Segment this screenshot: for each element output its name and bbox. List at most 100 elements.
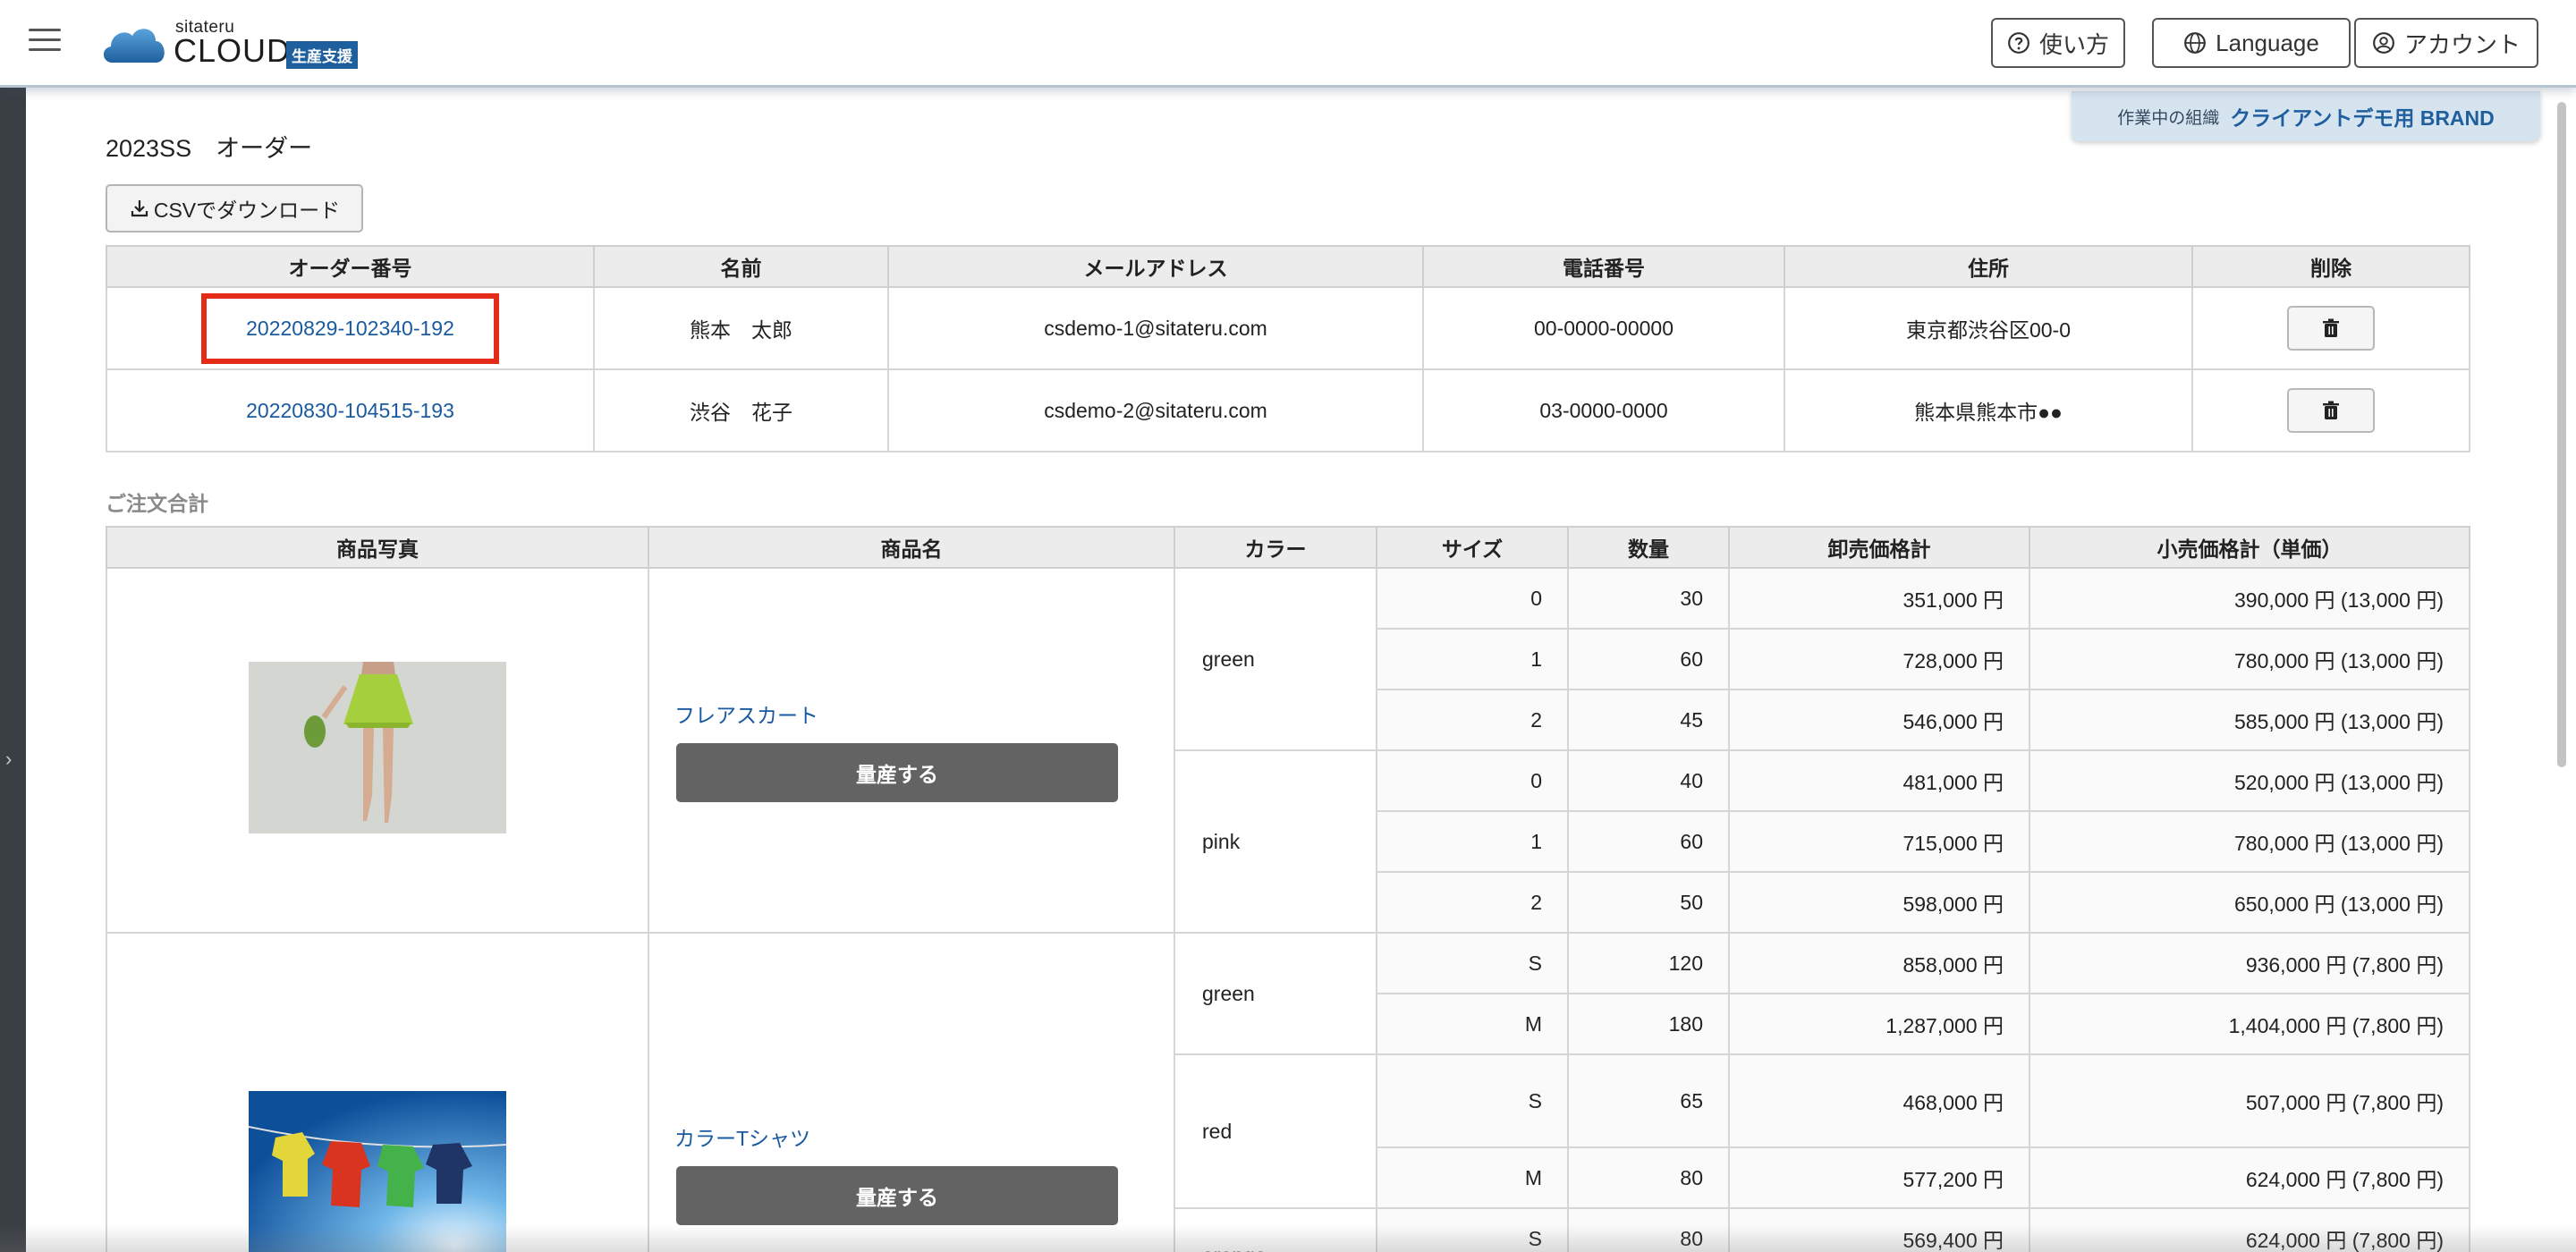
account-button[interactable]: アカウント [2354, 18, 2538, 68]
size-cell: 2 [1376, 871, 1569, 934]
wholesale-cell: 598,000 円 [1728, 871, 2030, 934]
wholesale-cell: 468,000 円 [1728, 1053, 2030, 1148]
order-no-cell: 20220829-102340-192 [106, 286, 595, 370]
wholesale-cell: 715,000 円 [1728, 810, 2030, 873]
highlight-box: 20220829-102340-192 [201, 292, 499, 364]
green-skirt-photo[interactable] [249, 662, 506, 833]
qty-cell: 120 [1567, 932, 1730, 994]
product-photo-cell [106, 567, 649, 934]
mass-produce-button[interactable]: 量産する [676, 743, 1118, 802]
col-size: サイズ [1376, 526, 1569, 569]
col-delete: 削除 [2191, 245, 2470, 288]
chevron-right-icon[interactable]: › [5, 748, 12, 771]
side-rail: › [0, 88, 26, 1252]
size-cell: 1 [1376, 810, 1569, 873]
table-row: 20220829-102340-192 熊本 太郎 csdemo-1@sitat… [106, 286, 2470, 370]
scrollbar-thumb[interactable] [2557, 102, 2566, 767]
download-icon [131, 200, 148, 217]
color-cell: green [1174, 567, 1377, 751]
color-cell: red [1174, 1053, 1377, 1209]
language-label: Language [2216, 29, 2319, 56]
wholesale-cell: 546,000 円 [1728, 689, 2030, 751]
menu-icon[interactable] [29, 29, 61, 54]
product-name-cell: フレアスカート 量産する [648, 567, 1175, 934]
wholesale-cell: 481,000 円 [1728, 749, 2030, 812]
csv-download-label: CSVでダウンロード [153, 199, 341, 222]
order-link[interactable]: 20220829-102340-192 [246, 317, 454, 340]
qty-cell: 60 [1567, 628, 1730, 690]
col-address: 住所 [1784, 245, 2193, 288]
orders-header-row: オーダー番号 名前 メールアドレス 電話番号 住所 削除 [106, 245, 2470, 288]
order-summary-table: 商品写真 商品名 カラー サイズ 数量 卸売価格計 小売価格計（単価） フレアス… [106, 526, 2470, 1252]
help-label: 使い方 [2038, 30, 2109, 58]
size-cell: S [1376, 932, 1569, 994]
language-button[interactable]: Language [2152, 18, 2351, 68]
wholesale-cell: 728,000 円 [1728, 628, 2030, 690]
size-cell: 0 [1376, 567, 1569, 630]
retail-cell: 390,000 円 (13,000 円) [2029, 567, 2470, 630]
delete-button[interactable] [2287, 388, 2375, 433]
qty-cell: 45 [1567, 689, 1730, 751]
qty-cell: 50 [1567, 871, 1730, 934]
logo-text: CLOUD [174, 32, 292, 69]
col-retail: 小売価格計（単価） [2029, 526, 2470, 569]
delete-cell [2191, 286, 2470, 370]
retail-cell: 1,404,000 円 (7,800 円) [2029, 993, 2470, 1055]
product-link[interactable]: カラーTシャツ [674, 1121, 1174, 1152]
qty-cell: 40 [1567, 749, 1730, 812]
size-cell: 0 [1376, 749, 1569, 812]
retail-cell: 624,000 円 (7,800 円) [2029, 1146, 2470, 1209]
logo-badge: 生産支援 [286, 41, 358, 69]
qty-cell: 60 [1567, 810, 1730, 873]
customer-address: 熊本県熊本市●● [1784, 368, 2193, 453]
order-link[interactable]: 20220830-104515-193 [246, 399, 454, 422]
qty-cell: 80 [1567, 1146, 1730, 1209]
summary-header-row: 商品写真 商品名 カラー サイズ 数量 卸売価格計 小売価格計（単価） [106, 526, 2470, 569]
mass-produce-button[interactable]: 量産する [676, 1166, 1118, 1225]
wholesale-cell: 858,000 円 [1728, 932, 2030, 994]
csv-download-button[interactable]: CSVでダウンロード [106, 184, 363, 233]
col-color: カラー [1174, 526, 1377, 569]
org-label: 作業中の組織 [2117, 108, 2220, 128]
table-row: 20220830-104515-193 渋谷 花子 csdemo-2@sitat… [106, 368, 2470, 453]
size-cell: M [1376, 1146, 1569, 1209]
current-organization: 作業中の組織 クライアントデモ用 BRAND [2072, 91, 2540, 141]
trash-icon [2323, 318, 2339, 337]
col-photo: 商品写真 [106, 526, 649, 569]
order-summary-label: ご注文合計 [106, 492, 208, 515]
order-no-cell: 20220830-104515-193 [106, 368, 595, 453]
retail-cell: 507,000 円 (7,800 円) [2029, 1053, 2470, 1148]
wholesale-cell: 577,200 円 [1728, 1146, 2030, 1209]
color-cell: pink [1174, 749, 1377, 934]
product-link[interactable]: フレアスカート [674, 698, 1174, 729]
table-row: カラーTシャツ 量産する green S 120 858,000 円 936,0… [106, 932, 2470, 1252]
wholesale-cell: 1,287,000 円 [1728, 993, 2030, 1055]
retail-cell: 585,000 円 (13,000 円) [2029, 689, 2470, 751]
account-label: アカウント [2403, 30, 2521, 58]
org-name[interactable]: クライアントデモ用 BRAND [2230, 101, 2495, 131]
retail-cell: 520,000 円 (13,000 円) [2029, 749, 2470, 812]
qty-cell: 180 [1567, 993, 1730, 1055]
qty-cell: 65 [1567, 1053, 1730, 1148]
col-phone: 電話番号 [1422, 245, 1785, 288]
col-qty: 数量 [1567, 526, 1730, 569]
delete-button[interactable] [2287, 306, 2375, 351]
retail-cell: 780,000 円 (13,000 円) [2029, 628, 2470, 690]
customer-phone: 00-0000-00000 [1422, 286, 1785, 370]
help-button[interactable]: 使い方 [1991, 18, 2125, 68]
cloud-logo-icon [103, 29, 165, 63]
orders-table: オーダー番号 名前 メールアドレス 電話番号 住所 削除 20220829-10… [106, 245, 2470, 453]
app-logo[interactable]: sitateru CLOUD 生産支援 [100, 18, 369, 69]
col-name: 名前 [593, 245, 889, 288]
globe-icon [2184, 32, 2207, 54]
page-scrollbar[interactable] [2555, 100, 2569, 1252]
col-email: メールアドレス [887, 245, 1424, 288]
size-cell: 1 [1376, 628, 1569, 690]
customer-email: csdemo-1@sitateru.com [887, 286, 1424, 370]
col-wholesale: 卸売価格計 [1728, 526, 2030, 569]
table-row: フレアスカート 量産する green 0 30 351,000 円 390,00… [106, 567, 2470, 934]
customer-address: 東京都渋谷区00-0 [1784, 286, 2193, 370]
color-cell: green [1174, 932, 1377, 1055]
wholesale-cell: 351,000 円 [1728, 567, 2030, 630]
col-order-no: オーダー番号 [106, 245, 595, 288]
